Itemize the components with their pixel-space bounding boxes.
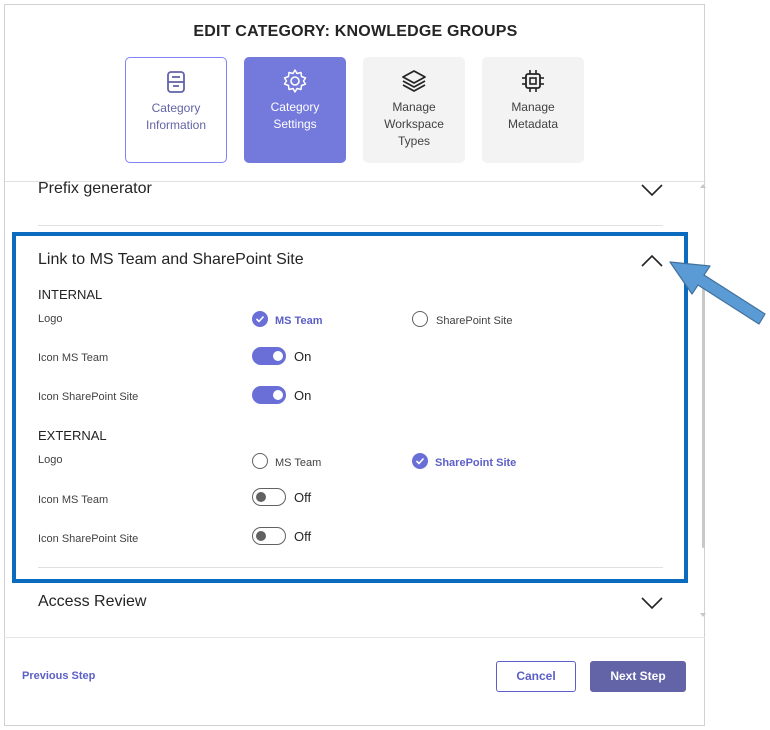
step-label: Category Settings bbox=[270, 100, 320, 131]
archive-icon bbox=[167, 71, 185, 93]
chevron-down-icon[interactable] bbox=[640, 183, 664, 197]
step-manage-metadata[interactable]: Manage Metadata bbox=[482, 57, 584, 163]
chevron-down-icon[interactable] bbox=[640, 596, 664, 610]
dialog-title: EDIT CATEGORY: KNOWLEDGE GROUPS bbox=[193, 23, 518, 40]
cancel-button[interactable]: Cancel bbox=[496, 661, 576, 692]
section-prefix-generator-title[interactable]: Prefix generator bbox=[38, 180, 152, 198]
scroll-up-icon[interactable] bbox=[700, 183, 706, 189]
step-label: Manage Metadata bbox=[507, 100, 559, 131]
settings-gear-icon bbox=[283, 69, 307, 93]
next-step-button[interactable]: Next Step bbox=[590, 661, 686, 692]
footer-divider bbox=[4, 637, 705, 638]
step-category-settings[interactable]: Category Settings bbox=[244, 57, 346, 163]
annotation-arrow-icon bbox=[669, 261, 766, 325]
step-manage-workspace-types[interactable]: Manage Workspace Types bbox=[363, 57, 465, 163]
section-access-review-title[interactable]: Access Review bbox=[38, 593, 146, 611]
chip-icon bbox=[522, 70, 544, 92]
previous-step-link[interactable]: Previous Step bbox=[22, 670, 95, 682]
scroll-down-icon[interactable] bbox=[700, 612, 706, 618]
step-category-information[interactable]: Category Information bbox=[125, 57, 227, 163]
step-label: Category Information bbox=[145, 101, 207, 132]
layers-icon bbox=[402, 70, 426, 92]
annotation-highlight-box bbox=[12, 232, 688, 583]
section-divider bbox=[38, 225, 663, 226]
step-label: Manage Workspace Types bbox=[384, 100, 444, 148]
